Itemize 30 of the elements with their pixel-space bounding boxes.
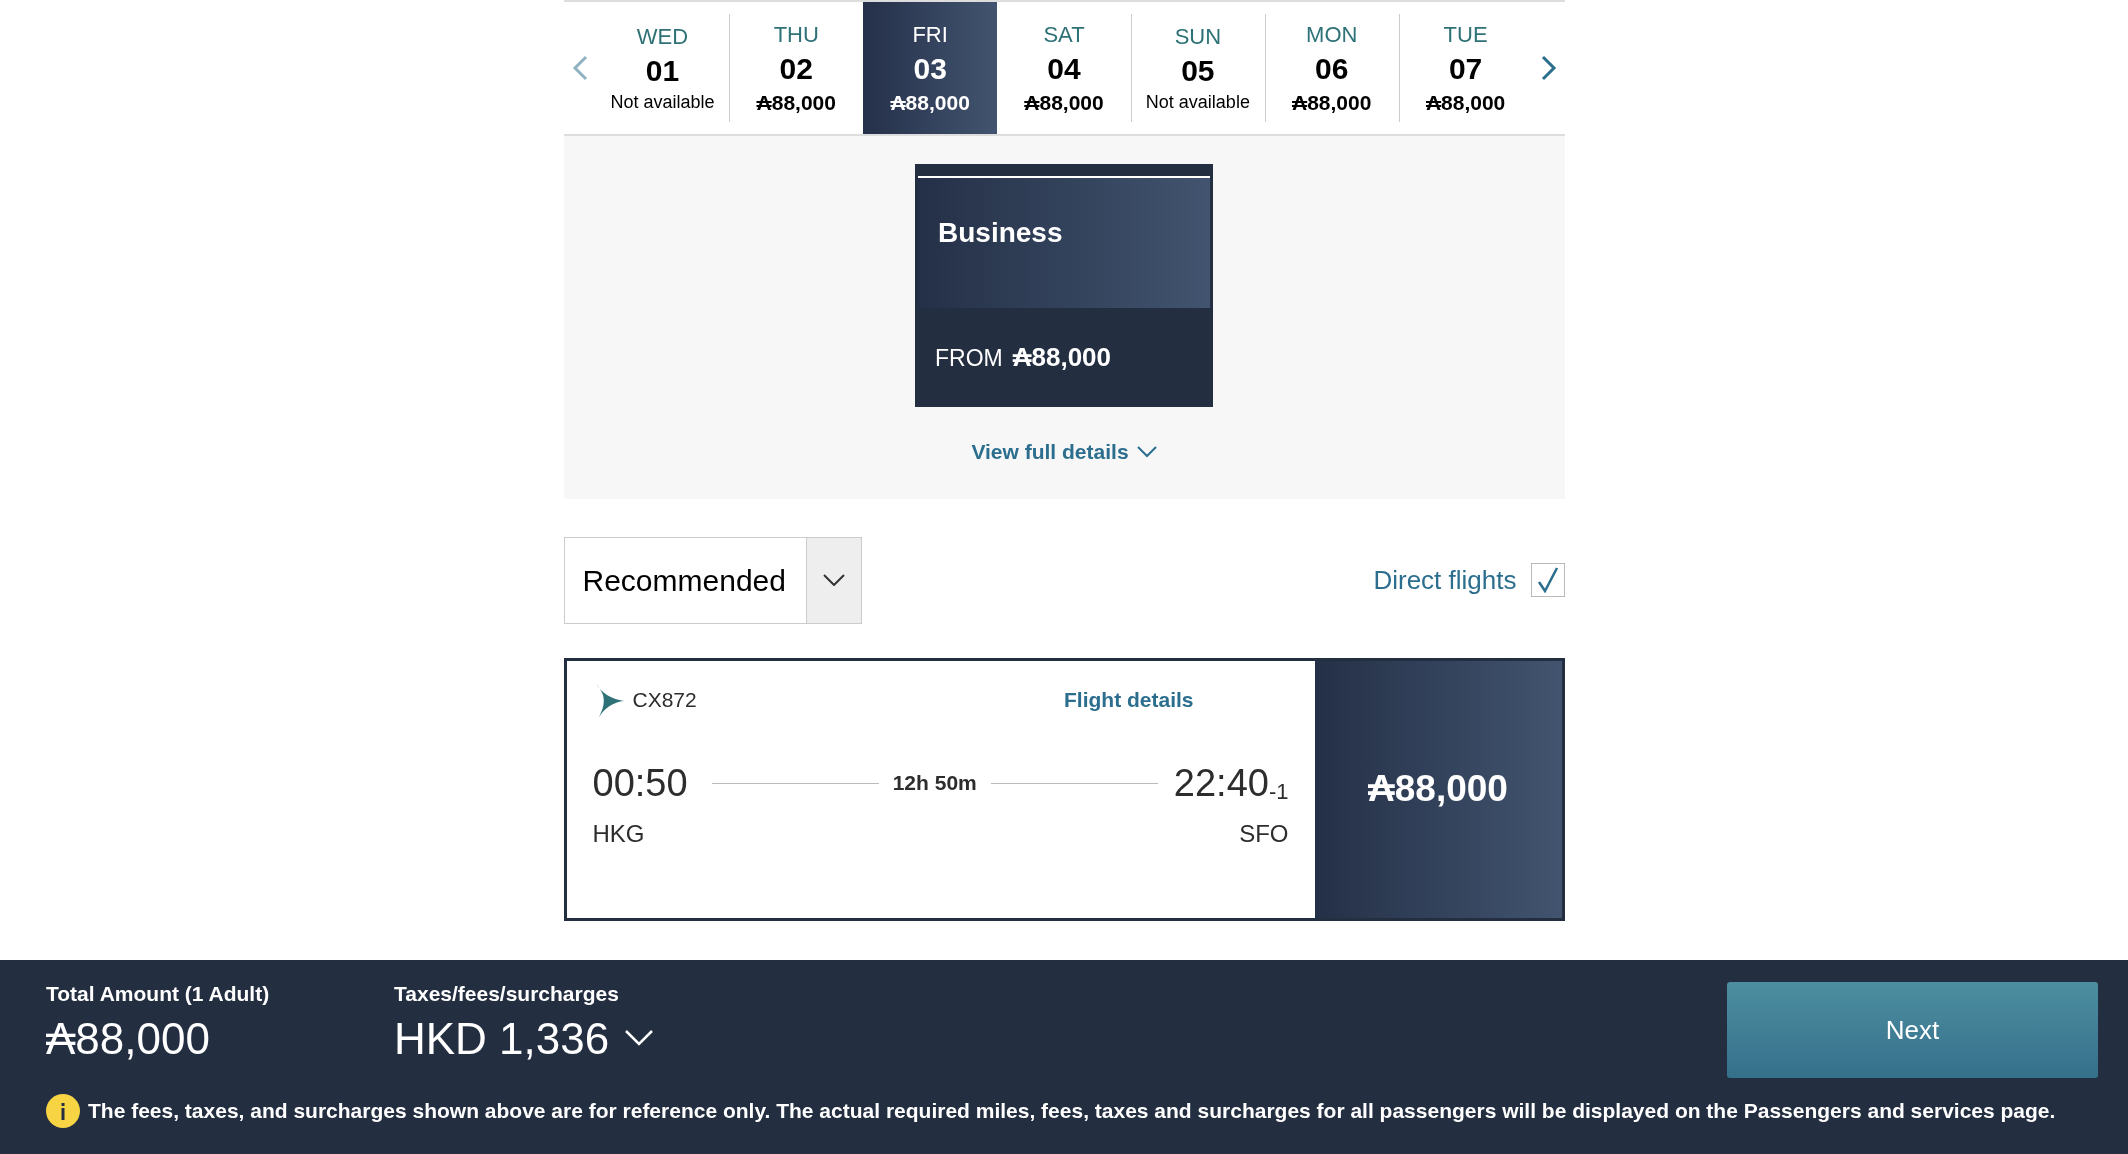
day-offset: -1	[1268, 777, 1289, 806]
total-amount: ₳88,000	[46, 1012, 211, 1065]
cabin-price: ₳88,000	[1012, 341, 1112, 374]
arrival-time: 22:40	[1173, 760, 1269, 806]
date-tab[interactable]: FRI 03 ₳88,000	[863, 2, 998, 134]
checkmark-icon	[1536, 567, 1559, 593]
arrival-airport: SFO	[1239, 818, 1289, 849]
sort-dropdown[interactable]: Recommended	[563, 536, 862, 624]
total-label: Total Amount (1 Adult)	[46, 981, 271, 1007]
chevron-down-icon	[822, 574, 845, 586]
chevron-down-icon	[1136, 445, 1157, 458]
cabin-name: Business	[938, 216, 1064, 250]
notice-text: The fees, taxes, and surcharges shown above are for reference only. The actual required miles, fees, taxes and surcharges for all passengers will be displayed on the Passengers and services page.	[88, 1098, 2056, 1125]
taxes-label: Taxes/fees/surcharges	[394, 981, 620, 1007]
departure-time: 00:50	[592, 760, 688, 806]
chevron-down-icon	[625, 1030, 654, 1047]
flight-duration: 12h 50m	[891, 770, 978, 797]
flight-number: CX872	[632, 686, 697, 713]
taxes-dropdown[interactable]: HKD 1,336	[394, 1009, 654, 1067]
from-label: FROM	[935, 344, 1003, 373]
departure-airport: HKG	[592, 818, 645, 849]
info-icon	[46, 1094, 80, 1128]
direct-flights-label: Direct flights	[1373, 563, 1517, 597]
flight-card[interactable]: CX872 Flight details 00:50 12h 50m 22:40-1 HKG SFO ₳88,000	[563, 657, 1565, 921]
direct-flights-checkbox[interactable]	[1530, 563, 1565, 597]
view-details-link[interactable]: View full details	[965, 435, 1163, 469]
flight-details-link[interactable]: Flight details	[1064, 683, 1194, 716]
flight-price: ₳88,000	[1368, 767, 1508, 812]
cabin-card[interactable]: Business FROM ₳88,000	[915, 164, 1213, 407]
next-button[interactable]: Next	[1727, 982, 2098, 1078]
